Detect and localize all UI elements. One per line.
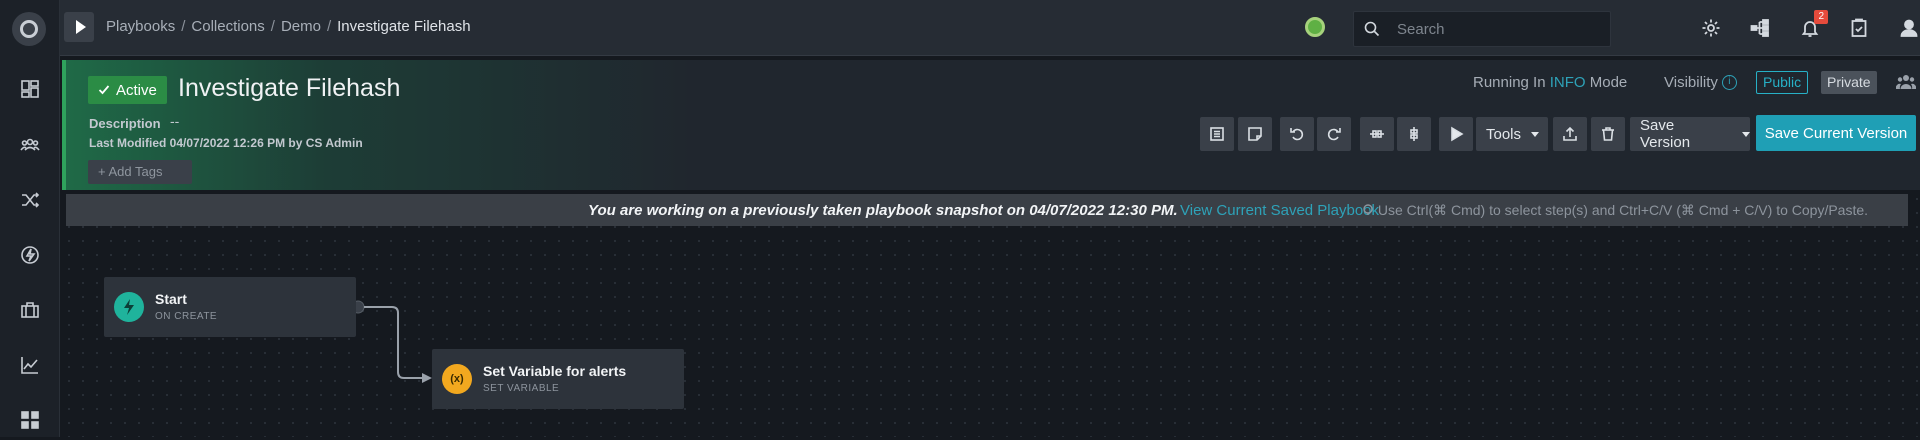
- upload-icon: [1563, 126, 1577, 141]
- visibility-text: Visibility: [1664, 74, 1718, 91]
- document-list-icon: [1210, 127, 1224, 141]
- playbook-header: Active Investigate Filehash Description …: [62, 60, 1920, 190]
- tools-dropdown[interactable]: Tools: [1476, 117, 1548, 151]
- dashboard-icon[interactable]: [0, 69, 60, 109]
- notification-count-badge: 2: [1814, 10, 1828, 24]
- sticky-note-icon: [1248, 127, 1262, 141]
- user-avatar-icon[interactable]: [1895, 14, 1920, 42]
- step-name: Start: [155, 291, 187, 307]
- undo-icon: [1290, 128, 1304, 141]
- align-horizontal-icon: [1370, 130, 1384, 138]
- active-status-badge[interactable]: Active: [88, 76, 167, 104]
- running-mode-suffix: Mode: [1589, 74, 1628, 91]
- tools-label: Tools: [1486, 125, 1522, 143]
- lightning-circle-icon[interactable]: [0, 235, 60, 275]
- apps-grid-icon[interactable]: [0, 400, 60, 440]
- team-group-icon[interactable]: [1895, 73, 1917, 96]
- visibility-label: Visibility i: [1664, 74, 1737, 91]
- add-tags-input[interactable]: + Add Tags: [88, 160, 192, 184]
- save-version-label: Save Version: [1640, 117, 1691, 151]
- settings-gear-icon[interactable]: [1697, 14, 1725, 42]
- undo-button[interactable]: [1280, 117, 1314, 151]
- play-icon: [1451, 126, 1464, 142]
- chevron-down-icon: [1742, 131, 1750, 137]
- align-vertical-icon: [1410, 127, 1418, 141]
- playbook-designer-canvas[interactable]: You are working on a previously taken pl…: [62, 192, 1920, 437]
- page-title: Investigate Filehash: [178, 74, 401, 102]
- shuffle-icon[interactable]: [0, 180, 60, 220]
- hierarchy-icon[interactable]: [1746, 14, 1774, 42]
- note-button[interactable]: [1238, 117, 1272, 151]
- set-variable-step-node[interactable]: (x) Set Variable for alerts SET VARIABLE: [432, 349, 684, 409]
- lightning-icon: [114, 292, 144, 322]
- top-bar: Playbooks / Collections / Demo / Investi…: [60, 0, 1920, 56]
- save-version-dropdown[interactable]: Save Version: [1630, 117, 1750, 151]
- step-name: Set Variable for alerts: [483, 363, 627, 379]
- description-label: Description: [89, 116, 161, 131]
- save-current-version-button[interactable]: Save Current Version: [1756, 115, 1916, 151]
- breadcrumb-demo[interactable]: Demo: [281, 18, 321, 35]
- delete-button[interactable]: [1591, 117, 1625, 151]
- status-label: Active: [116, 81, 157, 99]
- check-icon: [98, 85, 110, 95]
- breadcrumb: Playbooks / Collections / Demo / Investi…: [106, 18, 471, 35]
- trash-icon: [1602, 127, 1614, 141]
- export-button[interactable]: [1553, 117, 1587, 151]
- info-icon[interactable]: i: [1721, 75, 1737, 90]
- public-button[interactable]: Public: [1756, 71, 1809, 94]
- breadcrumb-playbooks[interactable]: Playbooks: [106, 18, 175, 35]
- breadcrumb-current: Investigate Filehash: [337, 18, 471, 35]
- execute-playbook-button[interactable]: [1439, 117, 1473, 151]
- search-placeholder: Search: [1397, 21, 1445, 38]
- chevron-down-icon: [1531, 131, 1540, 137]
- expand-sidebar-button[interactable]: [64, 12, 94, 42]
- chart-line-icon[interactable]: [0, 345, 60, 385]
- private-button[interactable]: Private: [1821, 71, 1877, 94]
- clipboard-check-icon[interactable]: [1845, 14, 1873, 42]
- step-subtitle: ON CREATE: [155, 311, 218, 322]
- search-icon: [1364, 21, 1380, 37]
- connection-status-icon[interactable]: [1305, 17, 1325, 37]
- vertical-align-button[interactable]: [1397, 117, 1431, 151]
- breadcrumb-collections[interactable]: Collections: [191, 18, 264, 35]
- description-value[interactable]: --: [170, 113, 179, 129]
- breadcrumb-separator: /: [326, 18, 332, 35]
- left-sidebar: [0, 0, 60, 437]
- last-modified-text: Last Modified 04/07/2022 12:26 PM by CS …: [89, 136, 363, 150]
- running-mode-text: Running In INFO Mode: [1473, 74, 1627, 91]
- briefcase-icon[interactable]: [0, 290, 60, 330]
- redo-icon: [1327, 128, 1341, 141]
- step-subtitle: SET VARIABLE: [483, 383, 560, 394]
- redo-button[interactable]: [1317, 117, 1351, 151]
- horizontal-align-button[interactable]: [1360, 117, 1394, 151]
- notifications-bell-icon[interactable]: 2: [1796, 10, 1828, 42]
- variable-icon: (x): [442, 364, 472, 394]
- running-mode-value[interactable]: INFO: [1550, 74, 1586, 91]
- properties-button[interactable]: [1200, 117, 1234, 151]
- breadcrumb-separator: /: [270, 18, 275, 35]
- running-mode-prefix: Running In: [1473, 74, 1546, 91]
- breadcrumb-separator: /: [181, 18, 186, 35]
- app-logo-icon[interactable]: [12, 12, 46, 46]
- users-group-icon[interactable]: [0, 124, 60, 164]
- search-input[interactable]: Search: [1353, 11, 1611, 47]
- start-step-node[interactable]: Start ON CREATE: [104, 277, 356, 337]
